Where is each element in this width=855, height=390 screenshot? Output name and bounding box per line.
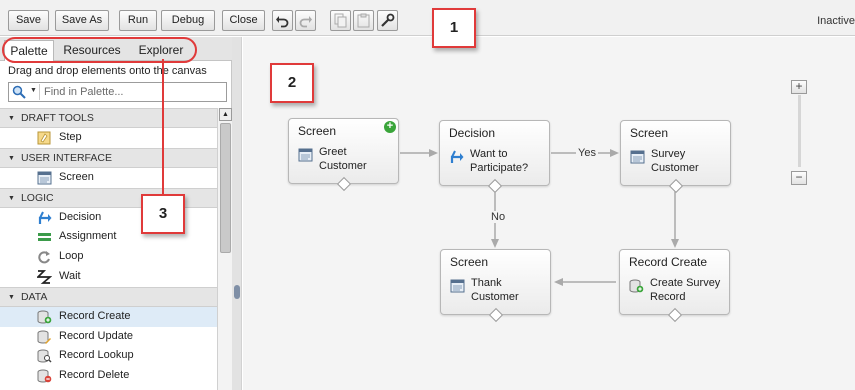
screen-icon	[630, 150, 645, 164]
step-icon	[37, 131, 51, 145]
palette-item-wait[interactable]: Wait	[0, 267, 217, 287]
callout-3: 3	[141, 194, 185, 234]
wait-icon	[37, 270, 52, 284]
connector-label-yes: Yes	[576, 147, 598, 159]
collapse-icon: ▼	[8, 115, 15, 122]
palette-item-record-delete[interactable]: Record Delete	[0, 366, 217, 386]
decision-icon	[450, 150, 464, 163]
start-icon: +	[384, 121, 396, 133]
redo-button[interactable]	[295, 10, 316, 31]
zoom-track[interactable]	[798, 95, 801, 167]
panel-tabs: Palette Resources Explorer	[0, 37, 232, 61]
palette-item-record-create[interactable]: Record Create	[0, 306, 217, 327]
callout-1: 1	[432, 8, 476, 48]
screen-icon	[450, 279, 465, 293]
palette-list: ▼ DRAFT TOOLS Step ▼ USER INTERFACE Screen…	[0, 108, 217, 390]
node-greet-customer[interactable]: Screen Greet Customer +	[288, 118, 399, 192]
debug-button[interactable]: Debug	[161, 10, 215, 31]
decision-icon	[38, 211, 52, 224]
palette-item-loop[interactable]: Loop	[0, 247, 217, 267]
palette-item-step[interactable]: Step	[0, 128, 217, 148]
screen-icon	[37, 171, 52, 185]
save-button[interactable]: Save	[8, 10, 49, 31]
properties-button[interactable]	[377, 10, 398, 31]
callout-2: 2	[270, 63, 314, 103]
palette-item-record-lookup[interactable]: Record Lookup	[0, 346, 217, 366]
collapse-icon: ▼	[8, 154, 15, 162]
connector-label-no: No	[489, 211, 508, 223]
save-as-button[interactable]: Save As	[55, 10, 109, 31]
run-button[interactable]: Run	[119, 10, 157, 31]
toolbar: Save Save As Run Debug Close Inactive	[0, 0, 855, 36]
screen-icon	[298, 148, 313, 162]
section-data[interactable]: ▼ DATA	[0, 286, 217, 307]
zoom-out-icon[interactable]: −	[791, 171, 807, 185]
record-delete-icon	[37, 369, 52, 383]
palette-scrollbar[interactable]: ▲	[217, 108, 232, 390]
palette-search[interactable]: ▼	[8, 82, 227, 102]
close-button[interactable]: Close	[222, 10, 265, 31]
tab-palette[interactable]: Palette	[4, 40, 54, 61]
palette-hint: Drag and drop elements onto the canvas	[8, 65, 207, 77]
record-lookup-icon	[37, 349, 52, 363]
record-create-icon	[629, 279, 644, 293]
search-input[interactable]	[39, 84, 224, 100]
undo-button[interactable]	[272, 10, 293, 31]
node-create-survey-record[interactable]: Record Create Create Survey Record	[619, 249, 730, 323]
chevron-down-icon[interactable]: ▼	[30, 87, 37, 94]
palette-item-record-update[interactable]: Record Update	[0, 327, 217, 347]
palette-item-screen[interactable]: Screen	[0, 168, 217, 188]
connector-lines	[400, 149, 679, 286]
scroll-thumb[interactable]	[220, 123, 231, 253]
section-draft-tools[interactable]: ▼ DRAFT TOOLS	[0, 108, 217, 128]
node-survey-customer[interactable]: Screen Survey Customer	[620, 120, 731, 194]
section-user-interface[interactable]: ▼ USER INTERFACE	[0, 147, 217, 168]
copy-icon	[334, 13, 347, 28]
zoom-in-icon[interactable]: +	[791, 80, 807, 94]
record-create-icon	[37, 310, 52, 324]
palette-panel: Palette Resources Explorer Drag and drop…	[0, 37, 232, 390]
flow-canvas[interactable]: Yes No Screen Greet Customer + Decision …	[243, 37, 855, 390]
panel-splitter[interactable]	[232, 37, 242, 390]
search-icon[interactable]	[12, 85, 26, 99]
wrench-icon	[381, 13, 395, 27]
record-update-icon	[37, 330, 51, 344]
tab-explorer[interactable]: Explorer	[131, 40, 191, 61]
splitter-grip[interactable]	[234, 285, 240, 299]
tab-resources[interactable]: Resources	[57, 40, 127, 61]
scroll-up-icon[interactable]: ▲	[219, 108, 232, 121]
node-want-to-participate[interactable]: Decision Want to Participate?	[439, 120, 550, 194]
paste-icon	[357, 13, 370, 28]
node-thank-customer[interactable]: Screen Thank Customer	[440, 249, 551, 323]
collapse-icon: ▼	[8, 293, 15, 301]
paste-button[interactable]	[353, 10, 374, 31]
zoom-control: + −	[789, 78, 811, 190]
redo-icon	[299, 16, 312, 28]
undo-icon	[276, 16, 289, 28]
collapse-icon: ▼	[8, 194, 15, 202]
loop-icon	[38, 251, 50, 264]
assignment-icon	[38, 233, 51, 242]
flow-status: Inactive	[817, 15, 855, 27]
copy-button[interactable]	[330, 10, 351, 31]
